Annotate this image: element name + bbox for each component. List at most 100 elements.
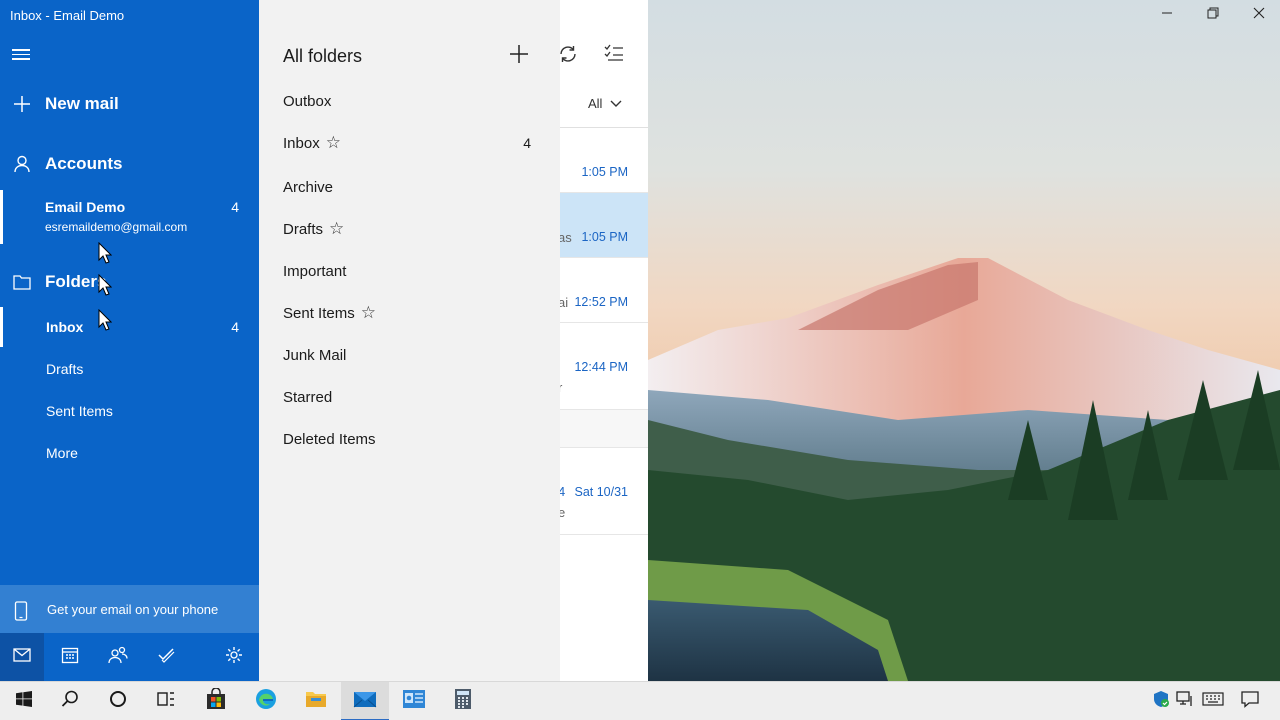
accounts-button[interactable]: Accounts (0, 152, 259, 176)
folder-item-label: Deleted Items (283, 430, 376, 448)
close-button[interactable] (1236, 0, 1280, 30)
message-fragment: 4 (560, 484, 566, 499)
sync-icon (560, 46, 578, 68)
notification-icon (1241, 690, 1259, 713)
file-explorer-button[interactable] (292, 682, 340, 720)
message-row[interactable]: 1:05 PM (560, 128, 648, 193)
calendar-icon (61, 646, 79, 669)
filter-dropdown[interactable]: All (588, 96, 622, 111)
task-view-button[interactable] (142, 682, 190, 720)
folder-item-label: Sent Items (283, 304, 355, 322)
account-email: esremaildemo@gmail.com (45, 220, 188, 234)
mail-switch-button[interactable] (0, 633, 44, 681)
nav-folder-more[interactable]: More (0, 433, 259, 473)
message-time: 12:44 PM (574, 360, 628, 374)
star-outline-icon[interactable]: ☆ (329, 219, 344, 239)
store-button[interactable] (192, 682, 240, 720)
nav-folder-count: 4 (231, 319, 239, 335)
all-folders-flyout: All folders Outbox Inbox ☆ 4 Archive Drafts ☆ I… (259, 0, 560, 681)
minimize-icon (1161, 6, 1173, 24)
create-folder-button[interactable] (509, 44, 531, 66)
message-fragment: r (560, 380, 563, 395)
folder-item-label: Junk Mail (283, 346, 347, 364)
message-row[interactable]: 4 Sat 10/31 e (560, 448, 648, 535)
search-icon (61, 690, 79, 713)
calendar-switch-button[interactable] (48, 633, 92, 681)
nav-folder-label: Drafts (46, 361, 84, 377)
account-unread-count: 4 (231, 199, 239, 215)
new-mail-button[interactable]: New mail (0, 92, 259, 116)
edge-icon (254, 687, 278, 716)
folder-item-inbox[interactable]: Inbox ☆ 4 (283, 128, 543, 158)
settings-button[interactable] (212, 633, 256, 681)
people-switch-button[interactable] (96, 633, 140, 681)
nav-folder-label: More (46, 445, 78, 461)
phone-promo-label: Get your email on your phone (47, 601, 219, 617)
all-folders-title: All folders (283, 46, 363, 66)
folder-item-archive[interactable]: Archive (283, 172, 543, 202)
todo-icon (157, 647, 175, 668)
folder-item-drafts[interactable]: Drafts ☆ (283, 214, 543, 244)
selection-indicator (0, 190, 3, 244)
star-outline-icon[interactable]: ☆ (326, 133, 341, 153)
edge-button[interactable] (242, 682, 290, 720)
app-switcher-bar (0, 633, 259, 681)
nav-folder-sent-items[interactable]: Sent Items (0, 391, 259, 431)
nav-folder-drafts[interactable]: Drafts (0, 349, 259, 389)
message-row[interactable]: ai 12:52 PM (560, 258, 648, 323)
start-button[interactable] (0, 682, 48, 720)
minimize-button[interactable] (1144, 0, 1190, 30)
desktop-wallpaper (648, 0, 1280, 681)
get-email-on-phone-button[interactable]: Get your email on your phone (0, 585, 259, 633)
file-explorer-icon (305, 690, 327, 713)
nav-folder-inbox[interactable]: Inbox 4 (0, 307, 259, 347)
hamburger-menu-button[interactable] (12, 46, 32, 62)
folder-item-label: Outbox (283, 92, 332, 110)
folder-item-important[interactable]: Important (283, 256, 543, 286)
selection-mode-button[interactable] (604, 44, 626, 66)
filter-label: All (588, 96, 603, 111)
message-time: 12:52 PM (574, 295, 628, 309)
message-time: Sat 10/31 (574, 485, 628, 499)
outlook-button[interactable] (390, 682, 438, 720)
todo-switch-button[interactable] (144, 633, 188, 681)
folder-item-sent-items[interactable]: Sent Items ☆ (283, 298, 543, 328)
folder-item-junk-mail[interactable]: Junk Mail (283, 340, 543, 370)
folder-item-outbox[interactable]: Outbox (283, 86, 543, 116)
folder-item-deleted-items[interactable]: Deleted Items (283, 424, 543, 454)
cortana-button[interactable] (94, 682, 142, 720)
mail-icon (353, 689, 377, 714)
start-icon (16, 691, 32, 712)
close-icon (1253, 6, 1265, 24)
chevron-down-icon (610, 96, 622, 111)
plus-icon (509, 45, 529, 68)
search-button[interactable] (46, 682, 94, 720)
restore-button[interactable] (1190, 0, 1236, 30)
action-center-button[interactable] (1238, 682, 1262, 720)
folder-item-label: Important (283, 262, 347, 280)
message-time: 1:05 PM (581, 165, 628, 179)
selection-indicator (0, 307, 3, 347)
folder-item-starred[interactable]: Starred (283, 382, 543, 412)
security-tray-button[interactable] (1149, 682, 1173, 720)
sync-button[interactable] (560, 44, 580, 66)
calculator-button[interactable] (439, 682, 487, 720)
outlook-icon (402, 689, 426, 714)
folders-button[interactable]: Folders (0, 270, 259, 294)
folder-item-label: Drafts (283, 220, 324, 238)
star-outline-icon[interactable]: ☆ (361, 303, 376, 323)
mail-taskbar-button[interactable] (341, 682, 389, 720)
message-row[interactable]: 12:44 PM r (560, 323, 648, 410)
message-row-selected[interactable]: as 1:05 PM (560, 193, 648, 258)
network-tray-button[interactable] (1173, 682, 1197, 720)
new-mail-label: New mail (45, 94, 119, 113)
people-icon (108, 646, 128, 669)
folder-item-label: Archive (283, 178, 334, 196)
keyboard-tray-button[interactable] (1200, 682, 1226, 720)
keyboard-icon (1202, 692, 1224, 711)
message-time: 1:05 PM (581, 230, 628, 244)
mail-icon (13, 647, 31, 667)
account-item[interactable]: Email Demo 4 esremaildemo@gmail.com (0, 190, 259, 244)
message-list: All 1:05 PM as 1:05 PM ai 12:52 PM 12:44… (560, 0, 648, 681)
date-group-header (560, 410, 648, 448)
